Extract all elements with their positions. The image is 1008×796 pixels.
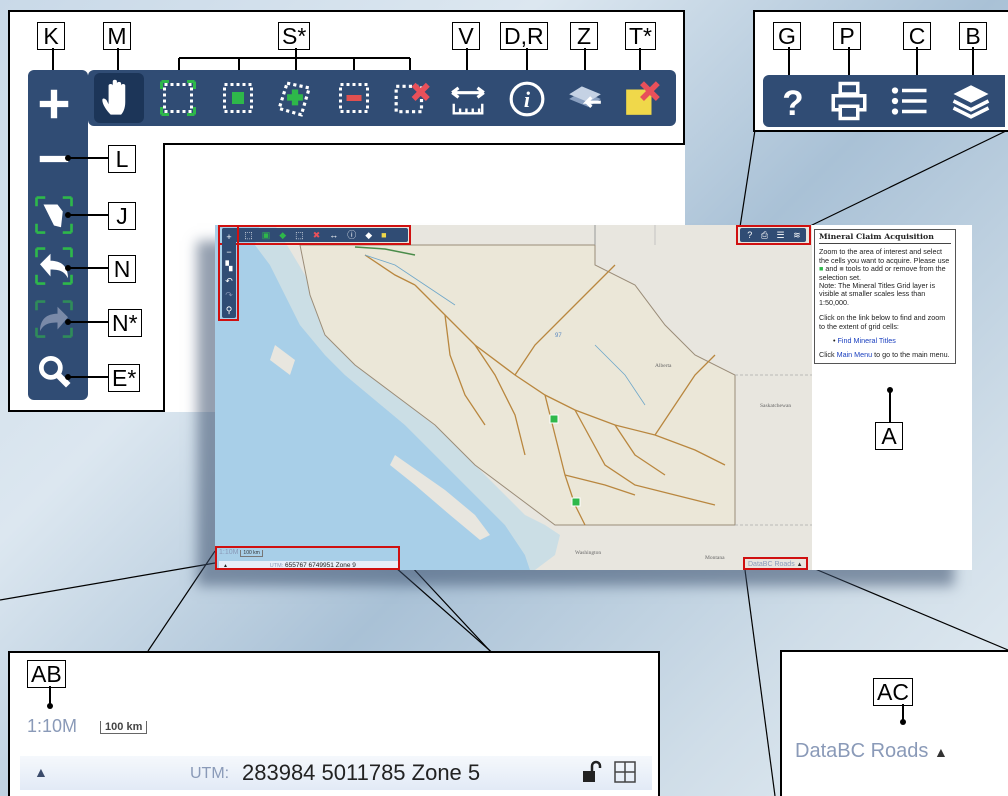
svg-text:?: ?	[782, 84, 803, 122]
right-toolbar-highlight	[736, 225, 811, 245]
map-label-saskatchewan: Saskatchewan	[760, 403, 792, 409]
grid-icon[interactable]	[614, 761, 636, 783]
forward-icon[interactable]	[33, 298, 75, 340]
callout-B: B	[959, 22, 987, 50]
scale-ratio: 1:10M	[27, 716, 78, 736]
callout-C: C	[903, 22, 931, 50]
callout-Z: Z	[570, 22, 598, 50]
panel-title: Mineral Claim Acquisition	[819, 232, 951, 245]
collapse-arrow-icon[interactable]: ▲	[34, 764, 48, 780]
map-label-montana: Montana	[705, 555, 725, 561]
panel-note: Note: The Mineral Titles Grid layer is v…	[819, 281, 936, 307]
utm-label: UTM:	[190, 765, 230, 782]
map-canvas[interactable]: 97 Alberta Saskatchewan Washington Monta…	[215, 225, 812, 570]
basemap-arrow-icon: ▲	[933, 744, 948, 760]
callout-N-star: N*	[108, 309, 142, 337]
add-cells-icon[interactable]	[220, 80, 256, 116]
zoom-previous-icon[interactable]	[565, 80, 605, 118]
back-icon[interactable]	[33, 245, 75, 287]
basemap-highlight	[743, 557, 808, 570]
zoom-extent-icon[interactable]	[33, 194, 75, 236]
toolbar-highlight	[218, 225, 411, 245]
scale-display: 1:10M 100 km	[27, 716, 148, 737]
svg-text:i: i	[524, 87, 531, 112]
callout-J: J	[108, 202, 136, 230]
callout-A: A	[875, 422, 903, 450]
callout-E: E*	[108, 364, 141, 392]
callout-M: M	[103, 22, 131, 50]
callout-T: T*	[625, 22, 656, 50]
zoom-out-icon[interactable]	[35, 140, 73, 178]
basemap: 97	[215, 225, 812, 570]
print-icon[interactable]	[828, 80, 870, 122]
search-icon[interactable]	[35, 352, 73, 390]
select-rectangle-icon[interactable]	[160, 80, 196, 116]
callout-DR: D,R	[500, 22, 548, 50]
callout-AB: AB	[27, 660, 66, 688]
side-toolbar-highlight	[218, 225, 239, 321]
callout-N: N	[108, 255, 136, 283]
status-highlight	[215, 546, 400, 570]
help-icon[interactable]: ?	[772, 80, 814, 122]
unlock-icon[interactable]	[580, 760, 604, 784]
callout-K: K	[37, 22, 65, 50]
map-label-alberta: Alberta	[655, 363, 672, 369]
add-polygon-icon[interactable]	[276, 80, 314, 118]
find-mineral-titles-link[interactable]: Find Mineral Titles	[838, 336, 896, 345]
side-panel: Mineral Claim Acquisition Zoom to the ar…	[812, 225, 972, 570]
map-window: 97 Alberta Saskatchewan Washington Monta…	[215, 225, 972, 570]
layers-icon[interactable]	[950, 80, 992, 122]
pan-hand-icon[interactable]	[94, 73, 144, 123]
callout-L: L	[108, 145, 136, 173]
basemap-zoom-callout	[780, 650, 1008, 796]
callout-AC: AC	[873, 678, 913, 706]
callout-G: G	[773, 22, 801, 50]
zoom-in-icon[interactable]	[35, 85, 73, 123]
basemap-selector[interactable]: DataBC Roads ▲	[795, 740, 948, 763]
svg-text:97: 97	[555, 333, 562, 339]
panel-para-1: Zoom to the area of interest and select …	[819, 247, 950, 282]
basemap-label: DataBC Roads	[795, 740, 929, 762]
panel-para-3: Click Main Menu to go to the main menu.	[819, 350, 950, 360]
clear-selection-icon[interactable]	[393, 80, 431, 118]
panel-link-list: • Find Mineral Titles	[833, 336, 896, 346]
remove-cells-icon[interactable]	[336, 80, 372, 116]
utm-value: 283984 5011785 Zone 5	[242, 760, 481, 785]
measure-icon[interactable]	[448, 80, 488, 118]
callout-S: S*	[278, 22, 311, 50]
utm-bar: ▲ UTM: 283984 5011785 Zone 5	[20, 756, 652, 790]
clear-all-icon[interactable]	[622, 80, 662, 118]
map-label-washington: Washington	[575, 550, 602, 556]
scalebar: 100 km	[100, 721, 148, 734]
legend-icon[interactable]	[888, 80, 930, 122]
main-menu-link[interactable]: Main Menu	[837, 350, 873, 359]
panel-para-2: Click on the link below to find and zoom…	[819, 313, 946, 331]
identify-icon[interactable]: i	[508, 80, 546, 118]
callout-P: P	[833, 22, 861, 50]
callout-V: V	[452, 22, 480, 50]
